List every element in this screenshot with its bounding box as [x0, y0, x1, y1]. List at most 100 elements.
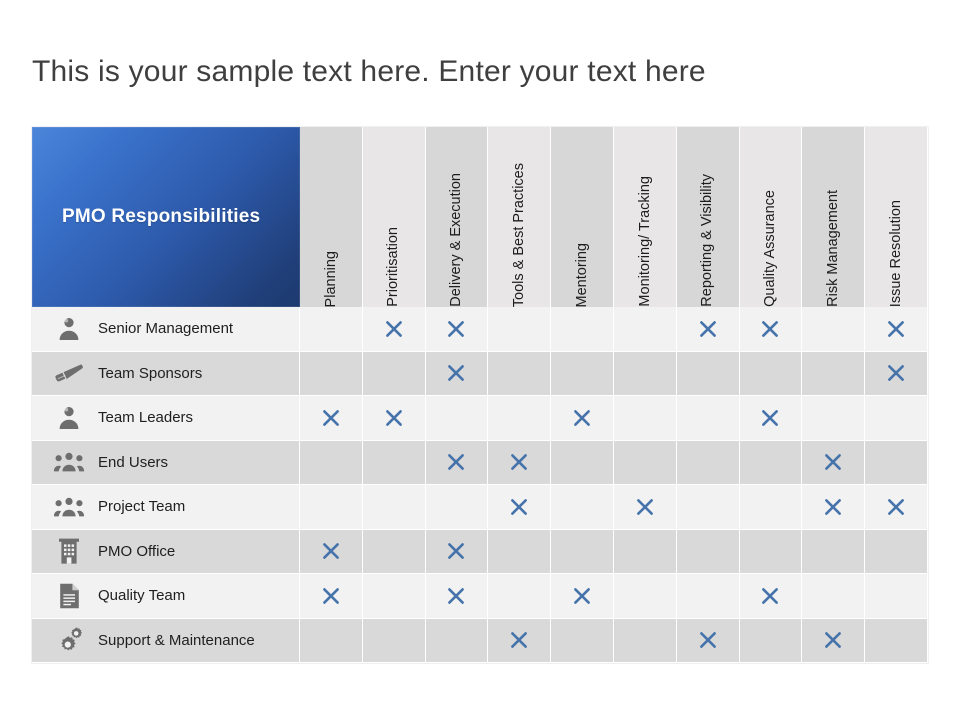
matrix-cell-marked[interactable] — [488, 618, 552, 663]
x-mark-icon — [635, 497, 655, 517]
matrix-cell-empty[interactable] — [300, 440, 363, 485]
column-header-1: Planning — [300, 127, 363, 307]
matrix-cell-marked[interactable] — [425, 529, 489, 574]
matrix-cell-empty[interactable] — [425, 485, 489, 530]
matrix-cell-empty[interactable] — [865, 396, 928, 441]
matrix-cell-marked[interactable] — [865, 307, 928, 352]
matrix-cell-empty[interactable] — [739, 618, 803, 663]
matrix-cell-marked[interactable] — [739, 396, 803, 441]
matrix-cell-empty[interactable] — [676, 529, 740, 574]
matrix-cell-empty[interactable] — [551, 351, 614, 396]
matrix-cell-empty[interactable] — [676, 396, 740, 441]
matrix-cell-marked[interactable] — [362, 307, 426, 352]
matrix-cell-marked[interactable] — [425, 307, 489, 352]
x-mark-icon — [886, 319, 906, 339]
matrix-cell-empty[interactable] — [362, 485, 426, 530]
matrix-cell-empty[interactable] — [865, 529, 928, 574]
matrix-cell-empty[interactable] — [739, 529, 803, 574]
matrix-cell-empty[interactable] — [488, 529, 552, 574]
x-mark-icon — [760, 319, 780, 339]
x-mark-icon — [446, 541, 466, 561]
matrix-cell-empty[interactable] — [739, 351, 803, 396]
matrix-cell-empty[interactable] — [676, 440, 740, 485]
matrix-cell-empty[interactable] — [551, 618, 614, 663]
matrix-cell-empty[interactable] — [613, 307, 677, 352]
matrix-cell-marked[interactable] — [425, 574, 489, 619]
matrix-cell-empty[interactable] — [300, 618, 363, 663]
column-header-label: Tools & Best Practices — [511, 162, 528, 307]
matrix-cell-marked[interactable] — [676, 618, 740, 663]
row-header-label: Project Team — [98, 498, 186, 516]
megaphone-icon — [54, 359, 84, 387]
gears-icon — [54, 626, 84, 654]
matrix-cell-empty[interactable] — [362, 529, 426, 574]
row-header-7: Quality Team — [32, 574, 300, 619]
matrix-cell-empty[interactable] — [551, 440, 614, 485]
matrix-cell-empty[interactable] — [551, 307, 614, 352]
matrix-cell-empty[interactable] — [488, 351, 552, 396]
matrix-cell-marked[interactable] — [865, 351, 928, 396]
matrix-cell-marked[interactable] — [300, 574, 363, 619]
matrix-cell-empty[interactable] — [676, 351, 740, 396]
matrix-cell-marked[interactable] — [488, 440, 552, 485]
matrix-cell-empty[interactable] — [865, 618, 928, 663]
matrix-cell-marked[interactable] — [551, 574, 614, 619]
matrix-cell-empty[interactable] — [362, 618, 426, 663]
matrix-cell-empty[interactable] — [613, 618, 677, 663]
matrix-cell-marked[interactable] — [802, 618, 866, 663]
matrix-cell-marked[interactable] — [802, 440, 866, 485]
matrix-cell-empty[interactable] — [300, 485, 363, 530]
matrix-cell-marked[interactable] — [551, 396, 614, 441]
matrix-cell-empty[interactable] — [802, 351, 866, 396]
matrix-cell-empty[interactable] — [425, 396, 489, 441]
matrix-cell-empty[interactable] — [362, 351, 426, 396]
matrix-cell-empty[interactable] — [551, 529, 614, 574]
matrix-cell-marked[interactable] — [300, 396, 363, 441]
matrix-cell-marked[interactable] — [802, 485, 866, 530]
matrix-cell-empty[interactable] — [488, 574, 552, 619]
matrix-cell-empty[interactable] — [300, 307, 363, 352]
matrix-cell-marked[interactable] — [739, 574, 803, 619]
row-header-label: Support & Maintenance — [98, 631, 255, 649]
matrix-cell-marked[interactable] — [362, 396, 426, 441]
matrix-cell-empty[interactable] — [676, 574, 740, 619]
matrix-cell-marked[interactable] — [425, 351, 489, 396]
matrix-cell-empty[interactable] — [362, 440, 426, 485]
page-title: This is your sample text here. Enter you… — [32, 55, 706, 88]
matrix-cell-empty[interactable] — [739, 485, 803, 530]
column-header-7: Reporting & Visibility — [676, 127, 740, 307]
matrix-cell-empty[interactable] — [676, 485, 740, 530]
matrix-cell-empty[interactable] — [802, 574, 866, 619]
matrix-cell-empty[interactable] — [802, 529, 866, 574]
matrix-cell-empty[interactable] — [865, 574, 928, 619]
matrix-cell-marked[interactable] — [300, 529, 363, 574]
matrix-cell-marked[interactable] — [613, 485, 677, 530]
matrix-cell-marked[interactable] — [676, 307, 740, 352]
x-mark-icon — [698, 630, 718, 650]
matrix-cell-empty[interactable] — [739, 440, 803, 485]
x-mark-icon — [886, 363, 906, 383]
matrix-cell-empty[interactable] — [425, 618, 489, 663]
matrix-cell-marked[interactable] — [488, 485, 552, 530]
x-mark-icon — [321, 408, 341, 428]
matrix-cell-empty[interactable] — [865, 440, 928, 485]
matrix-cell-empty[interactable] — [802, 396, 866, 441]
row-header-label: PMO Office — [98, 542, 176, 560]
matrix-cell-marked[interactable] — [425, 440, 489, 485]
x-mark-icon — [509, 452, 529, 472]
matrix-cell-empty[interactable] — [613, 396, 677, 441]
column-header-6: Monitoring/ Tracking — [613, 127, 677, 307]
matrix-cell-empty[interactable] — [613, 440, 677, 485]
matrix-cell-empty[interactable] — [551, 485, 614, 530]
matrix-cell-empty[interactable] — [300, 351, 363, 396]
matrix-cell-empty[interactable] — [802, 307, 866, 352]
matrix-cell-empty[interactable] — [488, 396, 552, 441]
matrix-cell-empty[interactable] — [613, 529, 677, 574]
matrix-cell-marked[interactable] — [865, 485, 928, 530]
matrix-cell-empty[interactable] — [488, 307, 552, 352]
column-header-10: Issue Resolution — [865, 127, 928, 307]
matrix-cell-marked[interactable] — [739, 307, 803, 352]
matrix-cell-empty[interactable] — [613, 574, 677, 619]
matrix-cell-empty[interactable] — [613, 351, 677, 396]
matrix-cell-empty[interactable] — [362, 574, 426, 619]
